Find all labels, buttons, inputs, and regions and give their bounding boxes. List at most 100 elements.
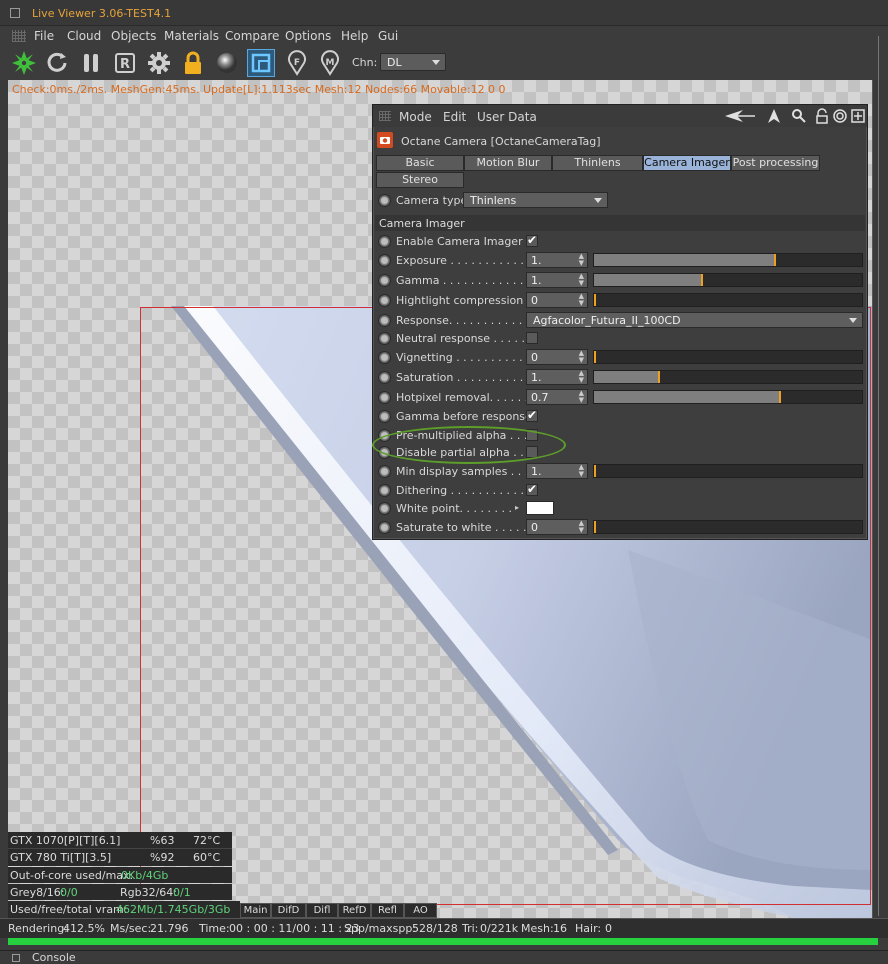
animate-icon[interactable] xyxy=(378,194,391,207)
dithering-checkbox[interactable]: ✔ xyxy=(526,482,538,496)
gamma-slider[interactable] xyxy=(593,273,863,287)
grip-icon[interactable] xyxy=(12,30,26,42)
animate-icon[interactable] xyxy=(378,351,391,364)
stepper-icon[interactable]: ▲ ▼ xyxy=(579,520,584,534)
pause-icon[interactable] xyxy=(77,49,105,77)
animate-icon[interactable] xyxy=(378,465,391,478)
stepper-icon[interactable]: ▲ ▼ xyxy=(579,370,584,384)
cursor-icon[interactable] xyxy=(766,108,782,124)
render-tab-ao[interactable]: AO xyxy=(404,903,437,918)
animate-icon[interactable] xyxy=(378,521,391,534)
animate-icon[interactable] xyxy=(378,371,391,384)
tab-thinlens[interactable]: Thinlens xyxy=(552,155,643,171)
exposure-input[interactable]: 1. ▲ ▼ xyxy=(526,252,588,268)
search-icon[interactable] xyxy=(791,108,807,124)
stepper-icon[interactable]: ▲ ▼ xyxy=(579,390,584,404)
vignetting-slider[interactable] xyxy=(593,350,863,364)
animate-icon[interactable] xyxy=(378,484,391,497)
saturate-white-slider[interactable] xyxy=(593,520,863,534)
tab-basic[interactable]: Basic xyxy=(376,155,464,171)
grip-icon[interactable] xyxy=(379,111,391,121)
stepper-icon[interactable]: ▲ ▼ xyxy=(579,464,584,478)
hotpixel-slider[interactable] xyxy=(593,390,863,404)
channel-select[interactable]: DL xyxy=(380,53,446,71)
target-icon[interactable] xyxy=(832,108,848,124)
pin-m-icon[interactable]: M xyxy=(316,49,344,77)
stepper-icon[interactable]: ▲ ▼ xyxy=(579,253,584,267)
expand-arrow-icon[interactable]: ▸ xyxy=(515,503,519,512)
tab-stereo[interactable]: Stereo xyxy=(376,172,464,188)
console-toggle-icon[interactable] xyxy=(12,954,20,962)
render-tab-difl[interactable]: Difl xyxy=(306,903,338,918)
region-icon[interactable] xyxy=(247,49,275,77)
scrollbar[interactable] xyxy=(878,36,888,916)
highlight-slider[interactable] xyxy=(593,293,863,307)
menu-gui[interactable]: Gui xyxy=(378,29,398,43)
saturation-input[interactable]: 1. ▲ ▼ xyxy=(526,369,588,385)
tab-motion-blur[interactable]: Motion Blur xyxy=(464,155,552,171)
slider-knob[interactable] xyxy=(594,521,596,533)
render-tab-difd[interactable]: DifD xyxy=(271,903,306,918)
animate-icon[interactable] xyxy=(378,254,391,267)
window-menu-icon[interactable] xyxy=(10,8,20,18)
slider-knob[interactable] xyxy=(594,465,596,477)
lock-icon[interactable] xyxy=(179,49,207,77)
pin-f-icon[interactable]: F xyxy=(283,49,311,77)
animate-icon[interactable] xyxy=(378,294,391,307)
stepper-icon[interactable]: ▲ ▼ xyxy=(579,350,584,364)
slider-knob[interactable] xyxy=(594,294,596,306)
animate-icon[interactable] xyxy=(378,314,391,327)
exposure-slider[interactable] xyxy=(593,253,863,267)
min-samples-slider[interactable] xyxy=(593,464,863,478)
tab-post-processing[interactable]: Post processing xyxy=(731,155,820,171)
gamma-input[interactable]: 1. ▲ ▼ xyxy=(526,272,588,288)
vignetting-input[interactable]: 0 ▲ ▼ xyxy=(526,349,588,365)
render-tab-refd[interactable]: RefD xyxy=(338,903,371,918)
gamma-before-checkbox[interactable]: ✔ xyxy=(526,408,538,422)
animate-icon[interactable] xyxy=(378,332,391,345)
menu-compare[interactable]: Compare xyxy=(225,29,279,43)
add-icon[interactable] xyxy=(850,108,866,124)
white-point-swatch[interactable] xyxy=(526,501,554,515)
tab-camera-imager[interactable]: Camera Imager xyxy=(643,155,731,171)
refresh-icon[interactable] xyxy=(43,49,71,77)
menu-materials[interactable]: Materials xyxy=(164,29,219,43)
panel-menu-userdata[interactable]: User Data xyxy=(477,110,537,124)
stepper-icon[interactable]: ▲ ▼ xyxy=(579,273,584,287)
sphere-icon[interactable] xyxy=(213,49,241,77)
menu-objects[interactable]: Objects xyxy=(111,29,156,43)
animate-icon[interactable] xyxy=(378,502,391,515)
hotpixel-input[interactable]: 0.7 ▲ ▼ xyxy=(526,389,588,405)
saturate-white-input[interactable]: 0 ▲ ▼ xyxy=(526,519,588,535)
stepper-icon[interactable]: ▲ ▼ xyxy=(579,293,584,307)
console-label[interactable]: Console xyxy=(32,951,76,964)
render-tab-main[interactable]: Main xyxy=(240,903,271,918)
panel-menu-edit[interactable]: Edit xyxy=(443,110,466,124)
enable-checkbox[interactable]: ✔ xyxy=(526,233,538,247)
octane-logo-icon[interactable] xyxy=(10,49,38,77)
back-arrow-icon[interactable] xyxy=(723,108,757,124)
animate-icon[interactable] xyxy=(378,391,391,404)
slider-knob[interactable] xyxy=(658,371,660,383)
render-tab-refl[interactable]: Refl xyxy=(371,903,404,918)
animate-icon[interactable] xyxy=(378,235,391,248)
menu-file[interactable]: File xyxy=(34,29,54,43)
menu-options[interactable]: Options xyxy=(285,29,331,43)
slider-knob[interactable] xyxy=(594,351,596,363)
camera-type-select[interactable]: Thinlens xyxy=(463,192,608,208)
slider-knob[interactable] xyxy=(701,274,703,286)
min-samples-input[interactable]: 1. ▲ ▼ xyxy=(526,463,588,479)
highlight-input[interactable]: 0 ▲ ▼ xyxy=(526,292,588,308)
response-select[interactable]: Agfacolor_Futura_II_100CD xyxy=(526,312,863,328)
menu-cloud[interactable]: Cloud xyxy=(67,29,101,43)
neutral-checkbox[interactable] xyxy=(526,332,538,344)
slider-knob[interactable] xyxy=(774,254,776,266)
animate-icon[interactable] xyxy=(378,410,391,423)
slider-knob[interactable] xyxy=(779,391,781,403)
lock-icon[interactable] xyxy=(814,108,830,124)
gear-icon[interactable] xyxy=(145,49,173,77)
r-icon[interactable]: R xyxy=(111,49,139,77)
panel-menu-mode[interactable]: Mode xyxy=(399,110,432,124)
menu-help[interactable]: Help xyxy=(341,29,368,43)
saturation-slider[interactable] xyxy=(593,370,863,384)
